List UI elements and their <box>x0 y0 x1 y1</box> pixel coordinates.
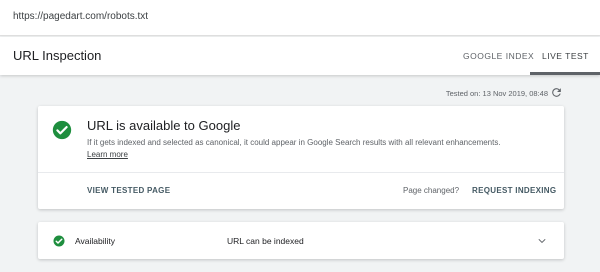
page-title: URL Inspection <box>13 48 102 63</box>
learn-more-link[interactable]: Learn more <box>87 150 128 159</box>
check-circle-icon <box>52 120 72 140</box>
availability-status: URL can be indexed <box>227 236 304 246</box>
chevron-down-icon[interactable] <box>537 236 547 246</box>
result-headline: URL is available to Google <box>87 118 241 133</box>
refresh-icon[interactable] <box>550 86 563 99</box>
url-bar[interactable]: https://pagedart.com/robots.txt <box>0 0 600 36</box>
tab-google-index[interactable]: GOOGLE INDEX <box>463 51 534 61</box>
card-divider <box>38 172 564 173</box>
request-indexing-button[interactable]: REQUEST INDEXING <box>472 186 556 195</box>
page-changed-text: Page changed? <box>403 186 460 195</box>
result-card: URL is available to Google If it gets in… <box>38 106 564 209</box>
description-text: If it gets indexed and selected as canon… <box>87 138 501 147</box>
result-description: If it gets indexed and selected as canon… <box>87 137 517 161</box>
page-header: URL Inspection GOOGLE INDEX LIVE TEST <box>0 37 600 75</box>
tab-live-test[interactable]: LIVE TEST <box>542 51 589 61</box>
availability-row[interactable]: Availability URL can be indexed <box>38 222 564 259</box>
view-tested-page-button[interactable]: VIEW TESTED PAGE <box>87 186 170 195</box>
url-text[interactable]: https://pagedart.com/robots.txt <box>13 11 148 22</box>
tested-on-timestamp: Tested on: 13 Nov 2019, 08:48 <box>445 89 548 98</box>
active-tab-indicator <box>530 72 600 75</box>
check-circle-icon <box>53 235 65 247</box>
availability-label: Availability <box>75 236 116 246</box>
